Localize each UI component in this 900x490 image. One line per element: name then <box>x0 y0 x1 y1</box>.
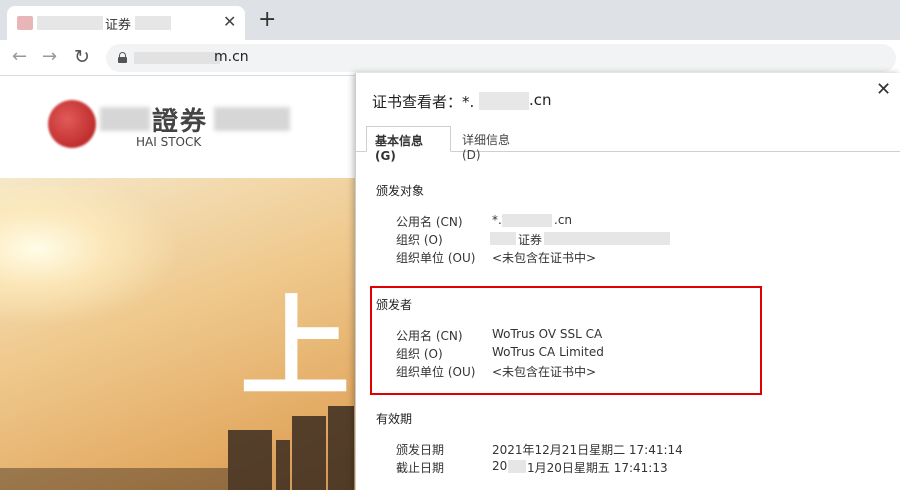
issued-to-cn-suffix: .cn <box>554 213 573 227</box>
building <box>292 416 326 490</box>
issued-to-ou-value: <未包含在证书中> <box>492 251 597 265</box>
issued-by-cn-value: WoTrus OV SSL CA <box>492 327 603 341</box>
redacted-tab-title <box>37 16 103 30</box>
redacted-year <box>508 460 526 473</box>
expire-date-prefix: 20 <box>492 459 508 473</box>
address-bar[interactable]: m.cn <box>106 44 896 72</box>
redacted-url <box>134 52 220 64</box>
forward-arrow-icon[interactable]: → <box>42 47 57 67</box>
back-arrow-icon[interactable]: ← <box>12 47 27 67</box>
browser-tabstrip: 证券 ✕ + <box>0 0 900 40</box>
close-tab-icon[interactable]: ✕ <box>223 12 236 31</box>
issued-by-o-value: WoTrus CA Limited <box>492 345 604 359</box>
tab-details[interactable]: 详细信息(D) <box>454 126 534 162</box>
tab-title: 证券 <box>105 18 132 33</box>
new-tab-icon[interactable]: + <box>258 8 276 32</box>
cert-title-suffix: .cn <box>529 91 552 109</box>
redacted-domain <box>479 92 529 110</box>
redacted-logo <box>214 107 290 131</box>
logo-subtitle: HAI STOCK <box>136 135 202 149</box>
issued-to-o-label: 组织 (O) <box>396 233 443 247</box>
issue-date-value: 2021年12月21日星期二 17:41:14 <box>492 443 683 457</box>
issued-by-cn-label: 公用名 (CN) <box>396 329 463 343</box>
issued-to-ou-label: 组织单位 (OU) <box>396 251 476 265</box>
issued-by-ou-value: <未包含在证书中> <box>492 365 597 379</box>
hero-character: 上 <box>240 284 350 412</box>
redacted-org <box>490 232 516 245</box>
certificate-viewer: 证书查看者：*. .cn ✕ 基本信息(G) 详细信息(D) 颁发对象 公用名 … <box>355 73 900 490</box>
cert-tabs: 基本信息(G) 详细信息(D) <box>356 123 900 163</box>
tab-general[interactable]: 基本信息(G) <box>366 126 451 163</box>
issued-to-cn-prefix: *. <box>492 213 502 227</box>
building <box>276 440 290 490</box>
issued-by-o-label: 组织 (O) <box>396 347 443 361</box>
site-favicon-icon <box>17 16 33 30</box>
expire-date-suffix: 1月20日星期五 17:41:13 <box>527 461 668 475</box>
expire-date-label: 截止日期 <box>396 461 445 475</box>
browser-tab[interactable]: 证券 ✕ <box>7 6 245 40</box>
redacted-domain <box>502 214 552 227</box>
issued-by-heading: 颁发者 <box>376 298 413 312</box>
reload-icon[interactable]: ↻ <box>74 47 90 67</box>
issued-to-cn-label: 公用名 (CN) <box>396 215 463 229</box>
validity-heading: 有效期 <box>376 412 413 426</box>
building <box>328 406 354 490</box>
skyline-shadow <box>0 468 228 490</box>
browser-toolbar: ← → ↻ m.cn <box>0 40 900 76</box>
redacted-tab-title <box>135 16 171 30</box>
url-text: m.cn <box>214 49 249 65</box>
close-icon[interactable]: ✕ <box>876 79 891 100</box>
cert-title: 证书查看者：*. <box>372 93 475 111</box>
logo-text: 證券 <box>152 107 209 137</box>
issued-by-ou-label: 组织单位 (OU) <box>396 365 476 379</box>
issued-to-o-value: 证券 <box>518 233 543 247</box>
issue-date-label: 颁发日期 <box>396 443 445 457</box>
brand-logo-icon <box>48 100 96 148</box>
redacted-logo <box>100 107 150 131</box>
sun-glow <box>0 186 180 326</box>
lock-icon[interactable] <box>118 52 127 63</box>
redacted-org <box>544 232 670 245</box>
issued-to-heading: 颁发对象 <box>376 184 425 198</box>
building <box>228 430 272 490</box>
